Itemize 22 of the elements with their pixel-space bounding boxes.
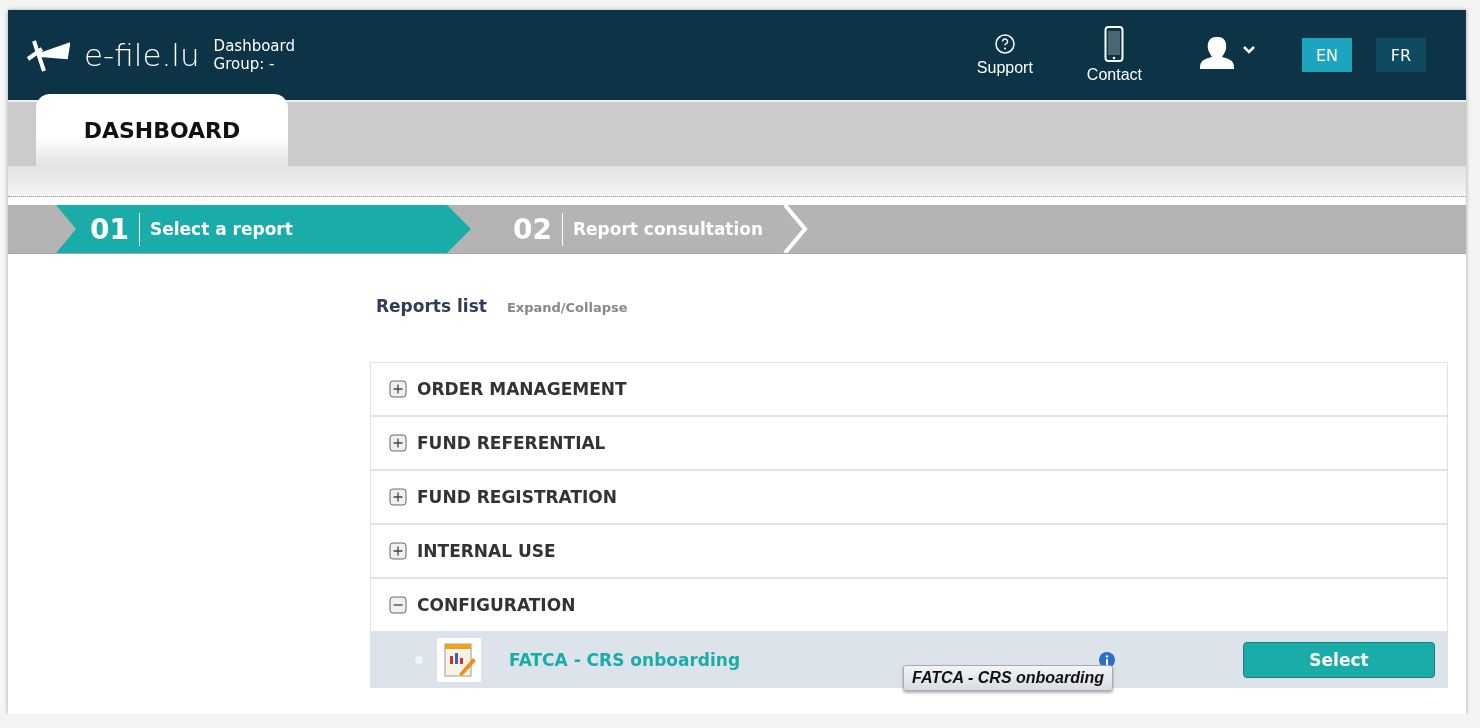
category-label: ORDER MANAGEMENT	[417, 379, 627, 399]
category-label: INTERNAL USE	[417, 541, 556, 561]
language-button[interactable]: FR	[1376, 38, 1426, 72]
category-label: FUND REFERENTIAL	[417, 433, 606, 453]
help-icon	[993, 33, 1016, 55]
report-category[interactable]: FUND REFERENTIAL	[371, 417, 1447, 471]
report-category[interactable]: INTERNAL USE	[371, 525, 1447, 579]
tooltip: FATCA - CRS onboarding	[903, 665, 1113, 691]
contact-link[interactable]: Contact	[1086, 26, 1142, 84]
report-category[interactable]: ORDER MANAGEMENT	[371, 363, 1447, 417]
page-subtitle: Dashboard	[213, 37, 295, 55]
category-label: FUND REGISTRATION	[417, 487, 618, 507]
expand-collapse-link[interactable]: Expand/Collapse	[506, 300, 628, 315]
reports-list-title: Reports list	[376, 296, 487, 316]
report-document-icon	[437, 638, 481, 682]
support-link[interactable]: Support	[976, 33, 1033, 77]
report-category[interactable]: FUND REGISTRATION	[371, 471, 1447, 525]
logo-text: e-file.lu	[84, 37, 200, 73]
dashboard-tab[interactable]: DASHBOARD	[36, 94, 288, 166]
group-label: Group: -	[213, 55, 276, 73]
category-label: CONFIGURATION	[417, 595, 576, 615]
phone-icon	[1104, 26, 1125, 62]
